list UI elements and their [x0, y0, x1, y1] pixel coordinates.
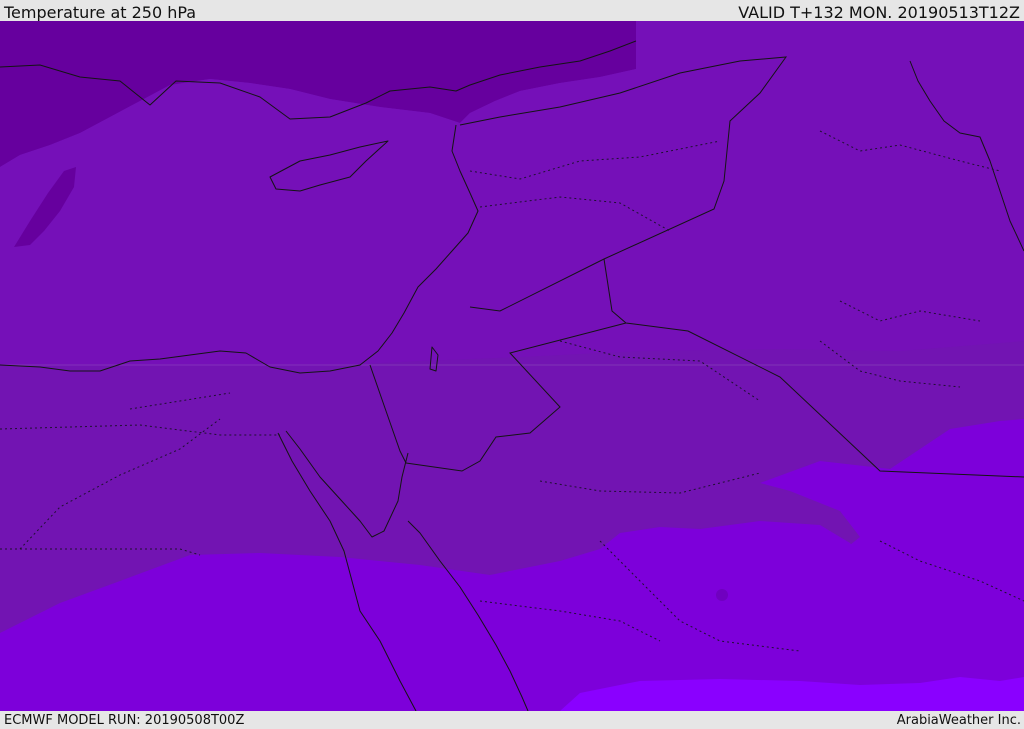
credit-label: ArabiaWeather Inc. [896, 713, 1021, 728]
map-title: Temperature at 250 hPa [4, 3, 197, 22]
figure-frame: Temperature at 250 hPa VALID T+132 MON. … [0, 0, 1024, 729]
temperature-map [0, 21, 1024, 711]
warm-spot [716, 589, 728, 601]
model-run-label: ECMWF MODEL RUN: 20190508T00Z [4, 713, 245, 728]
valid-time: VALID T+132 MON. 20190513T12Z [738, 3, 1020, 22]
